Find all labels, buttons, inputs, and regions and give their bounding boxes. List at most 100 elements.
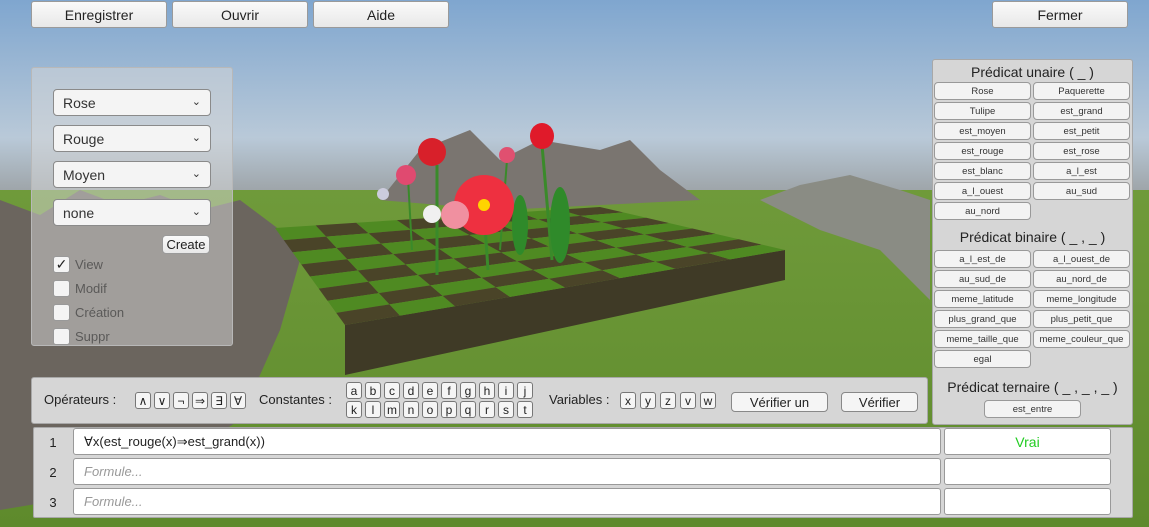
constant-j-key[interactable]: j — [517, 382, 533, 399]
constant-o-key[interactable]: o — [422, 401, 438, 418]
predicate-button-est-moyen[interactable]: est_moyen — [934, 122, 1031, 140]
constant-i-key[interactable]: i — [498, 382, 514, 399]
predicate-button-a-l-ouest[interactable]: a_l_ouest — [934, 182, 1031, 200]
predicates-panel: Prédicat unaire ( _ ) Prédicat binaire (… — [932, 59, 1133, 425]
predicate-button-paquerette[interactable]: Paquerette — [1033, 82, 1130, 100]
constant-p-key[interactable]: p — [441, 401, 457, 418]
constant-h-key[interactable]: h — [479, 382, 495, 399]
variable-z-key[interactable]: z — [660, 392, 676, 409]
select-value: Rouge — [63, 130, 105, 147]
formula-result — [944, 458, 1111, 485]
select-value: none — [63, 204, 95, 221]
formula-number: 1 — [49, 435, 57, 450]
constant-s-key[interactable]: s — [498, 401, 514, 418]
predicate-button-tulipe[interactable]: Tulipe — [934, 102, 1031, 120]
predicate-button-rose[interactable]: Rose — [934, 82, 1031, 100]
predicate-button-au-nord[interactable]: au_nord — [934, 202, 1031, 220]
constant-b-key[interactable]: b — [365, 382, 381, 399]
predicate-button-meme-latitude[interactable]: meme_latitude — [934, 290, 1031, 308]
color-select[interactable]: Rouge ⌄ — [53, 125, 211, 152]
operator-exists-key[interactable]: ∃ — [211, 392, 227, 409]
chevron-down-icon: ⌄ — [191, 206, 201, 218]
creation-checkbox[interactable] — [53, 304, 70, 321]
predicate-button-plus-grand-que[interactable]: plus_grand_que — [934, 310, 1031, 328]
modif-label: Modif — [75, 281, 107, 296]
operator-forall-key[interactable]: ∀ — [230, 392, 246, 409]
operator-and-key[interactable]: ∧ — [135, 392, 151, 409]
variables-label: Variables : — [549, 392, 610, 407]
variable-x-key[interactable]: x — [620, 392, 636, 409]
predicate-button-plus-petit-que[interactable]: plus_petit_que — [1033, 310, 1130, 328]
constant-n-key[interactable]: n — [403, 401, 419, 418]
predicate-button-meme-longitude[interactable]: meme_longitude — [1033, 290, 1130, 308]
formula-input[interactable]: Formule... — [73, 458, 941, 485]
creation-label: Création — [75, 305, 125, 320]
view-checkbox[interactable]: ✓ — [53, 256, 70, 273]
predicate-button-meme-couleur-que[interactable]: meme_couleur_que — [1033, 330, 1130, 348]
size-select[interactable]: Moyen ⌄ — [53, 161, 211, 188]
predicate-button-a-l-ouest-de[interactable]: a_l_ouest_de — [1033, 250, 1130, 268]
constant-g-key[interactable]: g — [460, 382, 476, 399]
formula-result: Vrai — [944, 428, 1111, 455]
formula-number: 2 — [49, 465, 57, 480]
predicate-button-au-nord-de[interactable]: au_nord_de — [1033, 270, 1130, 288]
predicate-button-a-l-est[interactable]: a_l_est — [1033, 162, 1130, 180]
flower-type-select[interactable]: Rose ⌄ — [53, 89, 211, 116]
chevron-down-icon: ⌄ — [191, 132, 201, 144]
predicate-button-a-l-est-de[interactable]: a_l_est_de — [934, 250, 1031, 268]
operator-implies-key[interactable]: ⇒ — [192, 392, 208, 409]
constant-c-key[interactable]: c — [384, 382, 400, 399]
modif-checkbox[interactable] — [53, 280, 70, 297]
predicate-button-est-blanc[interactable]: est_blanc — [934, 162, 1031, 180]
create-button[interactable]: Create — [162, 235, 210, 254]
constant-e-key[interactable]: e — [422, 382, 438, 399]
verify-one-button[interactable]: Vérifier un — [731, 392, 828, 412]
predicate-button-est-rouge[interactable]: est_rouge — [934, 142, 1031, 160]
constant-q-key[interactable]: q — [460, 401, 476, 418]
constant-d-key[interactable]: d — [403, 382, 419, 399]
constant-a-key[interactable]: a — [346, 382, 362, 399]
operator-not-key[interactable]: ¬ — [173, 392, 189, 409]
symbol-keyboard: Opérateurs : Constantes : Variables : Vé… — [31, 377, 928, 424]
predicate-button-est-petit[interactable]: est_petit — [1033, 122, 1130, 140]
predicate-button-egal[interactable]: egal — [934, 350, 1031, 368]
operator-or-key[interactable]: ∨ — [154, 392, 170, 409]
predicate-button-au-sud[interactable]: au_sud — [1033, 182, 1130, 200]
select-value: Rose — [63, 94, 96, 111]
object-creator-panel: Rose ⌄ Rouge ⌄ Moyen ⌄ none ⌄ Create ✓ View M… — [31, 67, 233, 346]
close-button[interactable]: Fermer — [992, 1, 1128, 28]
predicate-button-est-entre[interactable]: est_entre — [984, 400, 1081, 418]
verify-button[interactable]: Vérifier — [841, 392, 918, 412]
formula-input[interactable]: ∀x(est_rouge(x)⇒est_grand(x)) — [73, 428, 941, 455]
variable-w-key[interactable]: w — [700, 392, 716, 409]
select-value: Moyen — [63, 166, 106, 183]
help-button[interactable]: Aide — [313, 1, 449, 28]
operators-label: Opérateurs : — [44, 392, 117, 407]
constant-f-key[interactable]: f — [441, 382, 457, 399]
binary-title: Prédicat binaire ( _ , _ ) — [959, 229, 1106, 245]
constant-r-key[interactable]: r — [479, 401, 495, 418]
variable-y-key[interactable]: y — [640, 392, 656, 409]
constants-label: Constantes : — [259, 392, 332, 407]
unary-title: Prédicat unaire ( _ ) — [971, 64, 1094, 80]
variable-v-key[interactable]: v — [680, 392, 696, 409]
formula-result — [944, 488, 1111, 515]
save-button[interactable]: Enregistrer — [31, 1, 167, 28]
chevron-down-icon: ⌄ — [191, 96, 201, 108]
formula-number: 3 — [49, 495, 57, 510]
constant-m-key[interactable]: m — [384, 401, 400, 418]
constant-l-key[interactable]: l — [365, 401, 381, 418]
predicate-button-est-rose[interactable]: est_rose — [1033, 142, 1130, 160]
predicate-button-au-sud-de[interactable]: au_sud_de — [934, 270, 1031, 288]
suppr-label: Suppr — [75, 329, 110, 344]
suppr-checkbox[interactable] — [53, 328, 70, 345]
formula-input[interactable]: Formule... — [73, 488, 941, 515]
open-button[interactable]: Ouvrir — [172, 1, 308, 28]
predicate-button-est-grand[interactable]: est_grand — [1033, 102, 1130, 120]
constant-t-key[interactable]: t — [517, 401, 533, 418]
constant-select[interactable]: none ⌄ — [53, 199, 211, 226]
predicate-button-meme-taille-que[interactable]: meme_taille_que — [934, 330, 1031, 348]
chevron-down-icon: ⌄ — [191, 168, 201, 180]
formula-list: 1 ∀x(est_rouge(x)⇒est_grand(x)) Vrai 2 F… — [33, 427, 1133, 518]
constant-k-key[interactable]: k — [346, 401, 362, 418]
